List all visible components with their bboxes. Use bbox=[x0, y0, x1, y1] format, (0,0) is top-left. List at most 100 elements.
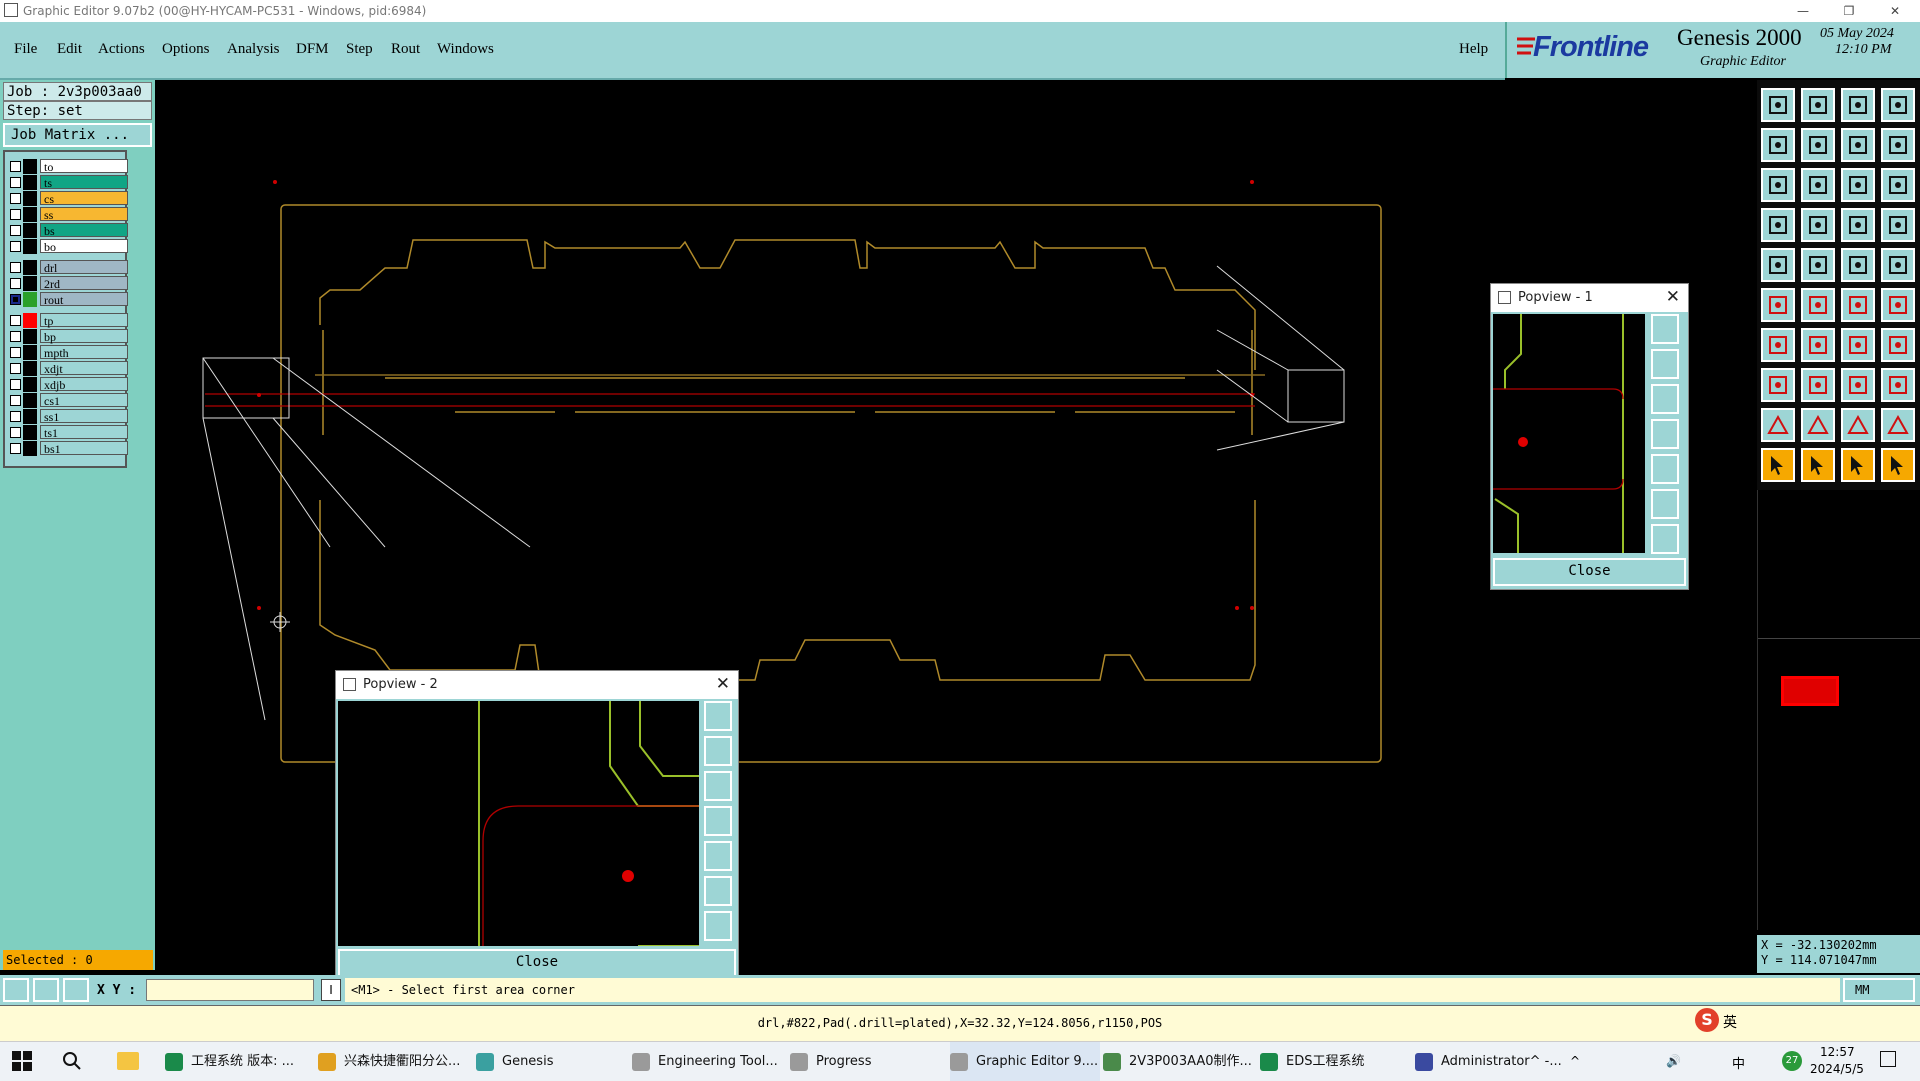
grid-icon[interactable] bbox=[63, 978, 89, 1002]
pin-icon[interactable] bbox=[1801, 208, 1835, 242]
arc-icon[interactable] bbox=[1841, 328, 1875, 362]
triangle-c-icon[interactable] bbox=[1881, 408, 1915, 442]
restore-button[interactable]: ❐ bbox=[1826, 0, 1872, 22]
popview-1-tool-button[interactable] bbox=[1651, 314, 1679, 344]
popview-2-tool-button[interactable] bbox=[704, 806, 732, 836]
menu-analysis[interactable]: Analysis bbox=[227, 41, 280, 58]
layer-checkbox[interactable] bbox=[10, 411, 21, 422]
popview-2-tool-button[interactable] bbox=[704, 771, 732, 801]
layer-name[interactable]: ts bbox=[40, 175, 128, 190]
ime-toolbar[interactable]: S 英 bbox=[1695, 1008, 1915, 1036]
split-view-icon[interactable] bbox=[1881, 128, 1915, 162]
layer-name[interactable]: 2rd bbox=[40, 276, 128, 291]
info-icon[interactable]: I bbox=[321, 979, 341, 1001]
popview-2-close-icon[interactable]: ✕ bbox=[716, 674, 730, 694]
layer-checkbox[interactable] bbox=[10, 193, 21, 204]
volume-icon[interactable]: 🔊 bbox=[1666, 1054, 1681, 1068]
popview-2-tool-button[interactable] bbox=[704, 876, 732, 906]
scale-1-2-icon[interactable] bbox=[1841, 168, 1875, 202]
layer-checkbox[interactable] bbox=[10, 278, 21, 289]
layer-name[interactable]: mpth bbox=[40, 345, 128, 360]
zoom-home-icon[interactable] bbox=[1761, 88, 1795, 122]
popview-1-canvas[interactable] bbox=[1493, 314, 1645, 553]
layer-color-swatch[interactable] bbox=[23, 377, 37, 392]
taskbar-item[interactable]: 2V3P003AA0制作... bbox=[1103, 1042, 1253, 1081]
layer-row-to[interactable]: to bbox=[6, 159, 128, 174]
minimize-button[interactable]: — bbox=[1780, 0, 1826, 22]
layer-checkbox[interactable] bbox=[10, 177, 21, 188]
close-window-button[interactable]: ✕ bbox=[1872, 0, 1918, 22]
cross-icon[interactable] bbox=[1801, 288, 1835, 322]
layer-checkbox[interactable] bbox=[10, 209, 21, 220]
net-icon[interactable] bbox=[1761, 288, 1795, 322]
fit-all-icon[interactable] bbox=[1761, 168, 1795, 202]
taskbar-item[interactable]: Genesis bbox=[476, 1042, 626, 1081]
layout-icon[interactable] bbox=[1881, 88, 1915, 122]
pointer-icon[interactable] bbox=[1761, 448, 1795, 482]
menu-rout[interactable]: Rout bbox=[391, 41, 420, 58]
popview-1-tool-button[interactable] bbox=[1651, 419, 1679, 449]
layer-name[interactable]: bp bbox=[40, 329, 128, 344]
layer-color-swatch[interactable] bbox=[23, 361, 37, 376]
file-explorer-icon[interactable] bbox=[117, 1052, 139, 1070]
xy-input[interactable] bbox=[146, 979, 314, 1001]
popview-2-close-button[interactable]: Close bbox=[338, 949, 736, 977]
layer-name[interactable]: xdjt bbox=[40, 361, 128, 376]
layer-checkbox[interactable] bbox=[10, 379, 21, 390]
layer-row-bs1[interactable]: bs1 bbox=[6, 441, 128, 456]
ime-mode[interactable]: 英 bbox=[1723, 1012, 1737, 1032]
menu-windows[interactable]: Windows bbox=[437, 41, 494, 58]
layer-color-swatch[interactable] bbox=[23, 425, 37, 440]
layer-color-swatch[interactable] bbox=[23, 175, 37, 190]
taskbar-item[interactable]: Progress bbox=[790, 1042, 940, 1081]
popview-1-tool-button[interactable] bbox=[1651, 349, 1679, 379]
step-down-icon[interactable] bbox=[1881, 208, 1915, 242]
notification-icon[interactable] bbox=[1880, 1051, 1896, 1067]
taskbar-item[interactable]: EDS工程系统 bbox=[1260, 1042, 1410, 1081]
layer-color-swatch[interactable] bbox=[23, 191, 37, 206]
units-selector[interactable]: MM bbox=[1843, 978, 1915, 1002]
layer-row-xdjt[interactable]: xdjt bbox=[6, 361, 128, 376]
job-matrix-button[interactable]: Job Matrix ... bbox=[3, 123, 152, 147]
layer-row-bs[interactable]: bs bbox=[6, 223, 128, 238]
layer-color-swatch[interactable] bbox=[23, 393, 37, 408]
layer-name[interactable]: xdjb bbox=[40, 377, 128, 392]
taskbar-item[interactable]: 工程系统 版本: ... bbox=[165, 1042, 310, 1081]
popview-1-window[interactable]: Popview - 1 ✕ Close bbox=[1490, 283, 1689, 590]
clock-date[interactable]: 2024/5/5 bbox=[1810, 1062, 1864, 1076]
layer-color-swatch[interactable] bbox=[23, 239, 37, 254]
pointer-alt-icon[interactable] bbox=[1801, 448, 1835, 482]
layer-checkbox[interactable] bbox=[10, 225, 21, 236]
layer-checkbox[interactable] bbox=[10, 315, 21, 326]
layer-color-swatch[interactable] bbox=[23, 441, 37, 456]
taskbar-item[interactable]: 兴森快捷衢阳分公... bbox=[318, 1042, 468, 1081]
layer-name[interactable]: cs bbox=[40, 191, 128, 206]
layer-row-ts1[interactable]: ts1 bbox=[6, 425, 128, 440]
select-icon[interactable] bbox=[1761, 248, 1795, 282]
layer-name[interactable]: ts1 bbox=[40, 425, 128, 440]
popview-1-close-button[interactable]: Close bbox=[1493, 558, 1686, 586]
pad-icon[interactable] bbox=[1881, 248, 1915, 282]
layer-name[interactable]: bo bbox=[40, 239, 128, 254]
taskbar-item[interactable]: Engineering Tool... bbox=[632, 1042, 782, 1081]
layer-color-swatch[interactable] bbox=[23, 329, 37, 344]
ime-icon[interactable]: S bbox=[1695, 1008, 1719, 1032]
layer-color-swatch[interactable] bbox=[23, 292, 37, 307]
line-icon[interactable] bbox=[1801, 328, 1835, 362]
layer-checkbox[interactable] bbox=[10, 241, 21, 252]
triangle-icon[interactable] bbox=[1761, 408, 1795, 442]
popview-2-tool-button[interactable] bbox=[704, 911, 732, 941]
layer-color-swatch[interactable] bbox=[23, 260, 37, 275]
feature-list-icon[interactable] bbox=[1841, 248, 1875, 282]
layer-name[interactable]: ss bbox=[40, 207, 128, 222]
layer-checkbox[interactable] bbox=[10, 262, 21, 273]
layer-name[interactable]: bs1 bbox=[40, 441, 128, 456]
popview-2-tool-button[interactable] bbox=[704, 736, 732, 766]
popview-2-titlebar[interactable]: Popview - 2 ✕ bbox=[336, 671, 738, 699]
line-angle-icon[interactable] bbox=[1761, 328, 1795, 362]
layer-color-swatch[interactable] bbox=[23, 409, 37, 424]
pointer-c-icon[interactable] bbox=[1881, 448, 1915, 482]
menu-options[interactable]: Options bbox=[162, 41, 210, 58]
snap-mode-icon[interactable] bbox=[3, 978, 29, 1002]
layer-color-swatch[interactable] bbox=[23, 207, 37, 222]
